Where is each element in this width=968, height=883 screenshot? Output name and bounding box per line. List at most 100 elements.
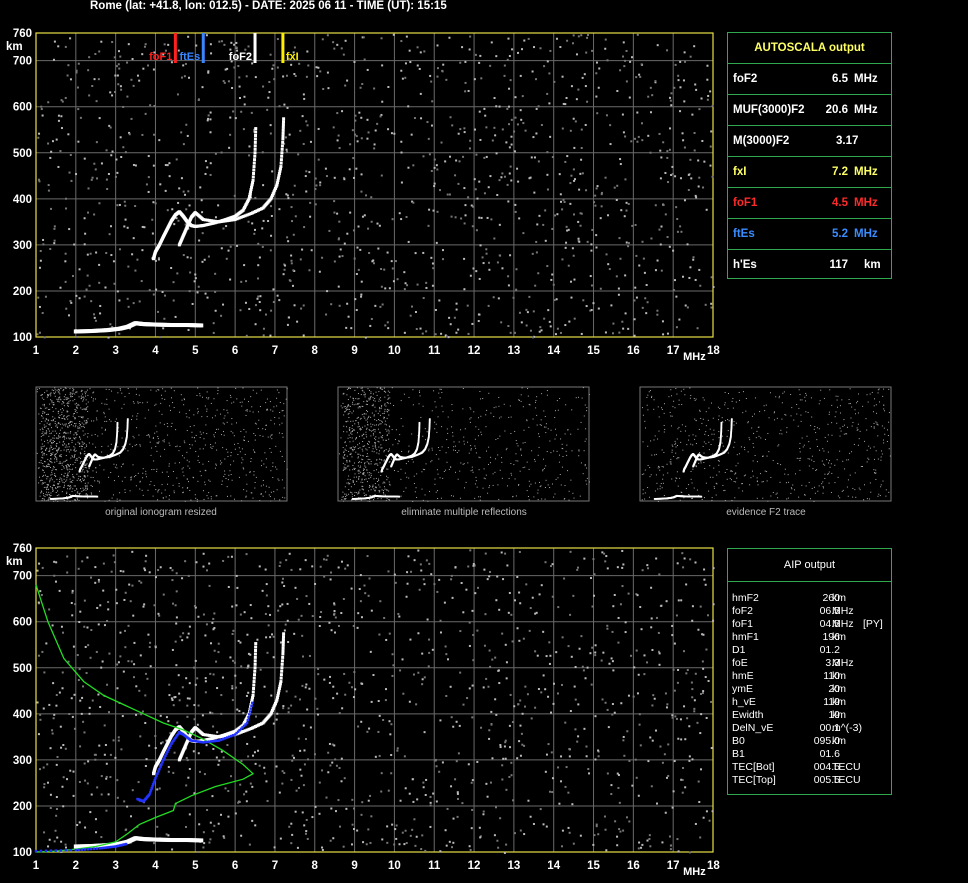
thumb-noise-dot [60, 450, 62, 452]
noise-dot [606, 627, 609, 630]
noise-dot [338, 767, 341, 770]
noise-dot [336, 692, 339, 695]
thumb-noise-dot [152, 437, 154, 439]
noise-dot [467, 565, 470, 568]
noise-dot [595, 234, 598, 237]
noise-dot [448, 36, 451, 39]
noise-dot [198, 823, 201, 826]
thumb-noise-dot [69, 478, 71, 480]
noise-dot [66, 555, 69, 558]
thumb-noise-dot [83, 489, 85, 491]
thumb-noise-dot [168, 495, 170, 497]
noise-dot [317, 667, 320, 670]
noise-dot [303, 749, 306, 752]
thumb-noise-dot [108, 389, 110, 391]
noise-dot [579, 212, 582, 215]
noise-dot [263, 685, 266, 688]
noise-dot [291, 284, 294, 287]
thumb-noise-dot [253, 432, 255, 434]
noise-dot [339, 825, 342, 828]
thumb-noise-dot [54, 423, 56, 425]
noise-dot [667, 181, 670, 184]
thumb-noise-dot [262, 484, 264, 486]
noise-dot [608, 662, 611, 665]
noise-dot [145, 183, 148, 186]
thumb-noise-dot [49, 408, 51, 410]
thumb-noise-dot [63, 482, 65, 484]
noise-dot [58, 691, 61, 694]
thumb-noise-dot [41, 394, 43, 396]
noise-dot [711, 810, 714, 813]
noise-dot [693, 707, 696, 710]
noise-dot [267, 220, 270, 223]
thumb-noise-dot [224, 458, 226, 460]
noise-dot [577, 237, 580, 240]
thumb-noise-dot [52, 410, 54, 412]
noise-dot [411, 828, 414, 831]
noise-dot [163, 317, 166, 320]
noise-dot [242, 712, 245, 715]
noise-dot [182, 190, 185, 193]
noise-dot [469, 35, 472, 38]
thumb-noise-dot [67, 488, 69, 490]
noise-dot [41, 650, 44, 653]
noise-dot [564, 246, 567, 249]
noise-dot [158, 139, 161, 142]
thumb-noise-dot [108, 476, 110, 478]
noise-dot [676, 217, 679, 220]
noise-dot [287, 641, 290, 644]
thumb-noise-dot [242, 467, 244, 469]
noise-dot [380, 174, 383, 177]
noise-dot [254, 762, 257, 765]
fit-point [245, 721, 249, 725]
thumb-noise-dot [254, 487, 256, 489]
noise-dot [135, 685, 138, 688]
trace-point [254, 133, 258, 137]
thumb-noise-dot [183, 404, 185, 406]
thumb-noise-dot [48, 409, 50, 411]
noise-dot [205, 744, 208, 747]
noise-dot [176, 272, 179, 275]
thumb-noise-dot [186, 430, 188, 432]
noise-dot [113, 561, 116, 564]
noise-dot [278, 105, 281, 108]
thumb-noise-dot [78, 499, 80, 501]
noise-dot [308, 654, 311, 657]
thumb-noise-dot [266, 398, 268, 400]
noise-dot [489, 665, 492, 668]
noise-dot [633, 334, 636, 337]
noise-dot [308, 602, 311, 605]
noise-dot [286, 150, 289, 153]
noise-dot [229, 245, 232, 248]
noise-dot [552, 283, 555, 286]
noise-dot [188, 682, 191, 685]
thumb-noise-dot [75, 423, 77, 425]
noise-dot [321, 848, 324, 851]
thumb-noise-dot [241, 500, 243, 502]
noise-dot [618, 237, 621, 240]
noise-dot [594, 758, 597, 761]
thumb-noise-dot [50, 399, 52, 401]
noise-dot [337, 285, 340, 288]
noise-dot [339, 248, 342, 251]
thumb-noise-dot [274, 498, 276, 500]
noise-dot [693, 45, 696, 48]
noise-dot [628, 96, 631, 99]
noise-dot [254, 824, 257, 827]
noise-dot [126, 95, 129, 98]
noise-dot [333, 602, 336, 605]
fit-point [251, 701, 254, 705]
thumb-noise-dot [214, 415, 216, 417]
noise-dot [422, 155, 425, 158]
noise-dot [346, 232, 349, 235]
thumb-noise-dot [74, 417, 76, 419]
noise-dot [493, 126, 496, 129]
thumb-noise-dot [269, 401, 271, 403]
thumb-noise-dot [142, 468, 144, 470]
noise-dot [210, 52, 213, 55]
noise-dot [171, 699, 174, 702]
noise-dot [395, 837, 398, 840]
y-tick-label: 500 [13, 663, 32, 675]
thumb-noise-dot [38, 388, 40, 390]
thumb-noise-dot [166, 471, 168, 473]
